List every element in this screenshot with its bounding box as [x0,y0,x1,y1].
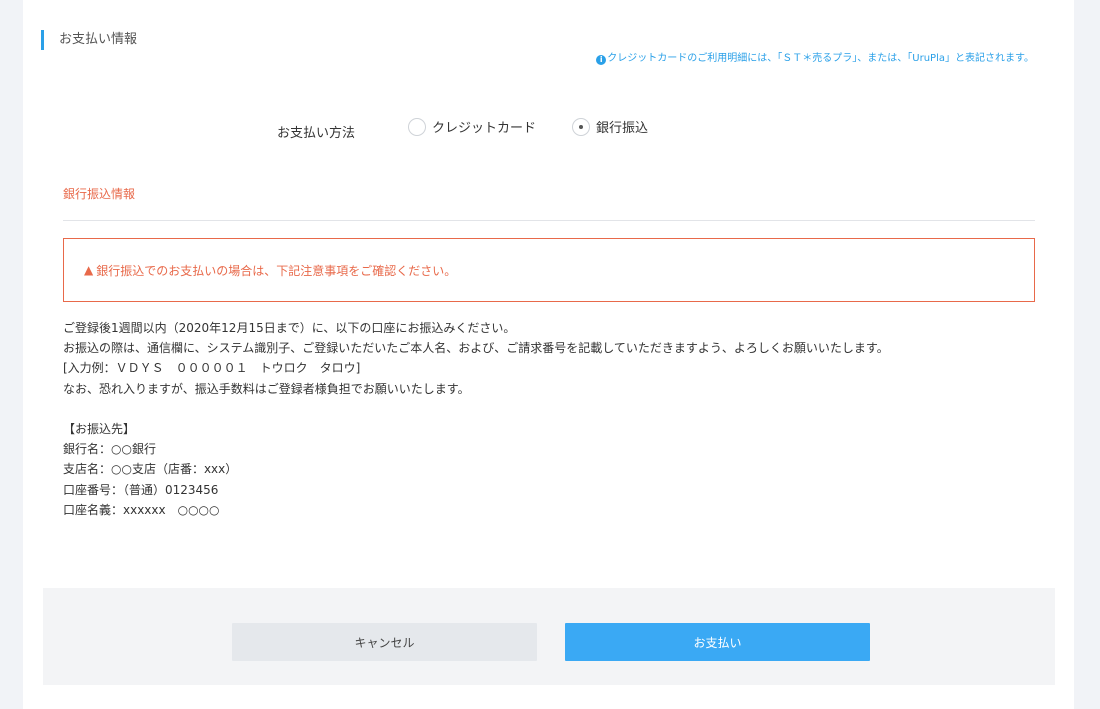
account-holder: 口座名義：xxxxxx ○○○○ [63,502,220,517]
radio-credit-card-circle[interactable] [408,117,426,136]
info-icon: i [596,55,607,65]
instruction-line: [入力例：ＶＤＹＳ ０００００１ トウロク タロウ] [63,361,361,376]
radio-credit-card[interactable]: クレジットカード [408,117,536,136]
radio-bank-transfer-circle[interactable] [572,117,590,136]
radio-bank-transfer-label: 銀行振込 [596,121,649,136]
warning-triangle-icon: ▲ [84,263,94,277]
section-title: お支払い情報 [41,30,137,50]
bank-name: 銀行名：○○銀行 [63,442,156,457]
payment-panel: お支払い情報 i クレジットカードのご利用明細には、「ＳＴ＊売るプラ」、または、「… [23,0,1074,709]
payment-method-label: お支払い方法 [277,126,356,141]
destination-heading: 【お振込先】 [63,422,136,437]
warning-text: 銀行振込でのお支払いの場合は、下記注意事項をご確認ください。 [96,263,457,278]
branch-name: 支店名：○○支店（店番：xxx） [63,462,238,477]
credit-card-note-text: クレジットカードのご利用明細には、「ＳＴ＊売るプラ」、または、「UruPla」と… [607,53,1034,64]
warning-box: ▲ 銀行振込でのお支払いの場合は、下記注意事項をご確認ください。 [63,238,1035,302]
account-number: 口座番号：（普通）0123456 [63,482,219,497]
cancel-button[interactable]: キャンセル [232,623,537,661]
radio-bank-transfer[interactable]: 銀行振込 [572,117,648,136]
credit-card-note: i クレジットカードのご利用明細には、「ＳＴ＊売るプラ」、または、「UruPla」… [596,49,1034,65]
radio-credit-card-label: クレジットカード [432,121,537,136]
instruction-line: お振込の際は、通信欄に、システム識別子、ご登録いただいたご本人名、および、ご請求… [63,341,889,356]
bank-info-title: 銀行振込情報 [63,187,136,201]
transfer-instructions: ご登録後1週間以内（2020年12月15日まで）に、以下の口座にお振込みください… [63,318,1053,520]
instruction-line: なお、恐れ入りますが、振込手数料はご登録者様負担でお願いいたします。 [63,381,470,396]
action-bar: キャンセル お支払い [43,588,1055,685]
pay-button[interactable]: お支払い [565,623,870,661]
instruction-line: ご登録後1週間以内（2020年12月15日まで）に、以下の口座にお振込みください… [63,321,516,335]
divider [63,220,1035,221]
